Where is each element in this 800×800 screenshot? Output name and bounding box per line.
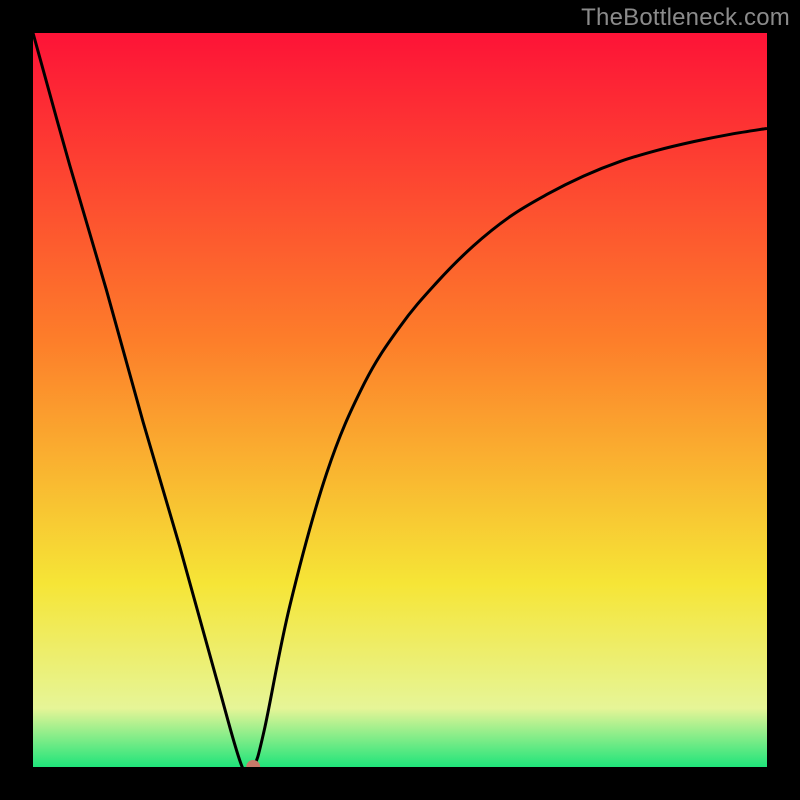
bottleneck-curve: [33, 33, 767, 767]
plot-area: [33, 33, 767, 767]
curve-path: [33, 33, 767, 767]
chart-frame: TheBottleneck.com: [0, 0, 800, 800]
vertex-dot: [246, 760, 260, 767]
watermark-text: TheBottleneck.com: [581, 4, 790, 32]
